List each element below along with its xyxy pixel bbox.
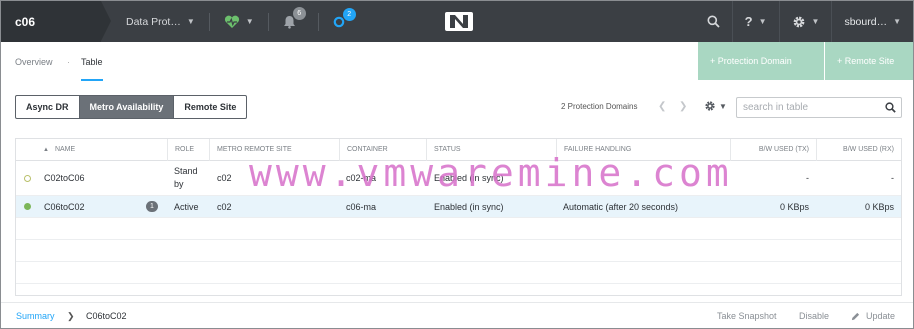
nutanix-logo xyxy=(445,12,473,31)
row-bw-tx: 0 KBps xyxy=(779,201,809,212)
chevron-down-icon: ▼ xyxy=(758,17,767,26)
divider xyxy=(317,12,319,31)
tab-separator: · xyxy=(67,57,70,67)
take-snapshot-button[interactable]: Take Snapshot xyxy=(717,311,777,321)
status-dot xyxy=(24,161,31,195)
health-icon[interactable]: ▼ xyxy=(224,15,254,29)
next-page-icon[interactable]: ❯ xyxy=(679,101,687,112)
row-name: C06toC02 xyxy=(44,201,85,212)
search-icon[interactable] xyxy=(885,102,896,115)
column-header-role[interactable]: ROLE xyxy=(167,139,209,161)
divider xyxy=(208,12,210,31)
column-header-bw-tx[interactable]: B/W USED (TX) xyxy=(730,139,816,161)
tab-overview[interactable]: Overview xyxy=(15,57,53,67)
row-badge: 1 xyxy=(146,196,158,217)
row-bw-rx: 0 KBps xyxy=(864,201,894,212)
chevron-down-icon: ▼ xyxy=(811,17,820,26)
chevron-down-icon: ▼ xyxy=(245,17,254,26)
settings-gear-icon[interactable]: ▼ xyxy=(778,1,832,42)
selected-item-name: C06toC02 xyxy=(86,311,127,321)
top-navigation-bar: c06 Data Prot… ▼ ▼ 6 2 ? ▼ ▼ sbourd… ▼ xyxy=(1,1,913,42)
segment-remote-site[interactable]: Remote Site xyxy=(173,96,246,118)
chevron-down-icon: ▼ xyxy=(186,17,195,26)
sub-navigation: Overview · Table + Protection Domain + R… xyxy=(1,42,913,81)
row-role: Stand by xyxy=(174,166,198,189)
help-icon[interactable]: ? ▼ xyxy=(731,1,779,42)
table-search-input[interactable] xyxy=(737,98,877,117)
summary-link[interactable]: Summary xyxy=(16,311,55,321)
user-menu[interactable]: sbourd… ▼ xyxy=(831,1,913,42)
previous-page-icon[interactable]: ❮ xyxy=(658,101,666,112)
row-status: Enabled (in sync) xyxy=(434,201,504,212)
row-remote-site: c02 xyxy=(217,173,232,183)
segment-metro-availability[interactable]: Metro Availability xyxy=(78,96,174,118)
alerts-count-badge: 6 xyxy=(292,6,306,20)
row-remote-site: c02 xyxy=(217,201,232,212)
search-icon[interactable] xyxy=(695,1,732,42)
table-row-selected[interactable]: C06toC02 1 Active c02 c06-ma Enabled (in… xyxy=(16,196,901,218)
detail-footer: Summary ❯ C06toC02 Take Snapshot Disable… xyxy=(1,302,913,329)
empty-row xyxy=(16,218,901,240)
protection-domain-count: 2 Protection Domains xyxy=(561,102,638,111)
divider xyxy=(267,12,269,31)
row-bw-rx: - xyxy=(891,173,894,183)
app-window: c06 Data Prot… ▼ ▼ 6 2 ? ▼ ▼ sbourd… ▼ O… xyxy=(0,0,914,329)
row-bw-tx: - xyxy=(806,173,809,183)
chevron-down-icon: ▼ xyxy=(893,17,901,26)
status-dot xyxy=(24,196,31,217)
dashboard-selector[interactable]: Data Prot… ▼ xyxy=(126,16,195,28)
empty-row xyxy=(16,240,901,262)
chevron-down-icon: ▼ xyxy=(719,101,727,111)
column-header-name[interactable]: ▲ NAME xyxy=(36,139,167,161)
watermark-text: www.vmwaremine.com xyxy=(249,151,733,195)
header-actions: ? ▼ ▼ sbourd… ▼ xyxy=(695,1,913,42)
row-name: C02toC06 xyxy=(44,173,85,183)
add-protection-domain-button[interactable]: + Protection Domain xyxy=(698,42,824,80)
tasks-count-badge: 2 xyxy=(342,7,356,21)
table-settings-gear-icon[interactable]: ▼ xyxy=(704,100,727,112)
pencil-icon xyxy=(851,312,860,320)
disable-button[interactable]: Disable xyxy=(799,311,829,321)
empty-row xyxy=(16,262,901,284)
row-container: c06-ma xyxy=(346,201,377,212)
replication-type-toggle: Async DR Metro Availability Remote Site xyxy=(15,95,248,119)
column-header-bw-rx[interactable]: B/W USED (RX) xyxy=(816,139,901,161)
segment-async-dr[interactable]: Async DR xyxy=(16,96,79,118)
sort-ascending-icon: ▲ xyxy=(43,147,49,153)
table-search xyxy=(736,97,902,118)
row-role: Active xyxy=(174,201,199,212)
add-remote-site-button[interactable]: + Remote Site xyxy=(825,42,913,80)
chevron-right-icon: ❯ xyxy=(67,311,75,321)
row-failure-handling: Automatic (after 20 seconds) xyxy=(563,201,679,212)
alerts-bell-icon[interactable]: 6 xyxy=(283,6,306,29)
tasks-circle-icon[interactable]: 2 xyxy=(333,7,356,28)
tab-table[interactable]: Table xyxy=(81,57,103,81)
cluster-name[interactable]: c06 xyxy=(1,1,111,42)
update-button[interactable]: Update xyxy=(851,311,895,321)
